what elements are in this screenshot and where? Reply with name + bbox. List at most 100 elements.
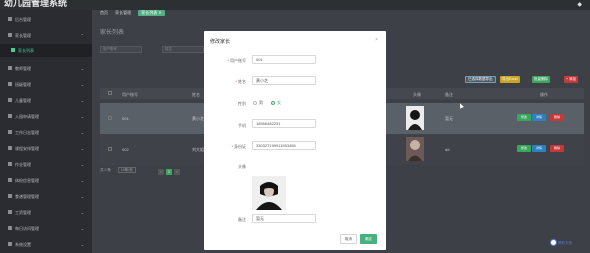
gender-female-radio[interactable]: 女 [271, 100, 281, 105]
sidebar-item-classes[interactable]: 班级管理 ⌄ [0, 78, 92, 91]
grid-icon [8, 130, 12, 134]
top-bar: 幼儿园管理系统 ◆ [0, 0, 590, 10]
sidebar-item-parents[interactable]: 家长管理 ⌃ [0, 29, 92, 42]
add-button[interactable]: + 添加 [564, 76, 579, 83]
remark-label: 备注 [238, 217, 246, 222]
grid-icon [8, 146, 12, 150]
name-search-input[interactable]: 姓名 [162, 46, 204, 53]
breadcrumb-section[interactable]: 家长管理 [115, 10, 131, 15]
gender-label: 性别 [238, 101, 246, 106]
chevron-up-icon: ⌃ [80, 33, 84, 38]
sidebar-item-admin[interactable]: 后台管理 [0, 13, 92, 26]
confirm-button[interactable]: 确定 [360, 234, 377, 244]
sidebar-item-worklog[interactable]: 工作日志管理 ⌄ [0, 126, 92, 139]
grid-icon [8, 114, 12, 118]
col-actions: 操作 [540, 92, 548, 97]
phone-field[interactable]: 18556482231 [252, 119, 316, 128]
grid-icon [8, 17, 12, 21]
sidebar-item-homework[interactable]: 作业管理 ⌄ [0, 158, 92, 171]
chevron-down-icon: ⌄ [80, 178, 84, 183]
sidebar-item-courses[interactable]: 课程安排管理 ⌄ [0, 142, 92, 155]
grid-icon [8, 226, 12, 230]
detail-button[interactable]: 详情 [532, 114, 546, 121]
chevron-down-icon: ⌄ [80, 82, 84, 87]
sidebar: 后台管理 家长管理 ⌃ 家长列表 教师管理 ⌄ 班级管理 ⌄ 儿童管理 ⌄ 入园申请管理… [0, 10, 92, 253]
gear-icon [8, 242, 12, 246]
chevron-down-icon: ⌄ [80, 66, 84, 71]
sidebar-item-parent-list[interactable]: 家长列表 [0, 44, 92, 57]
grid-icon [8, 162, 12, 166]
avatar-label: 头像 [238, 164, 246, 169]
chevron-down-icon: ⌄ [80, 226, 84, 231]
delete-button[interactable]: 删除 [550, 114, 564, 121]
row-checkbox[interactable] [108, 147, 112, 151]
edit-button[interactable]: 修改 [517, 114, 531, 121]
chevron-down-icon: ⌄ [80, 130, 84, 135]
grid-icon [8, 194, 12, 198]
chevron-down-icon: ⌄ [80, 242, 84, 247]
sidebar-item-salary[interactable]: 工资管理 ⌄ [0, 206, 92, 219]
col-account: 用户账号 [122, 92, 138, 97]
prev-page-button[interactable]: ‹ [158, 169, 164, 175]
row-avatar-image [406, 106, 424, 130]
sidebar-item-health[interactable]: 体检信息管理 ⌄ [0, 174, 92, 187]
page-size-select[interactable]: 10条/页 [117, 167, 136, 173]
sidebar-item-teachers[interactable]: 教师管理 ⌄ [0, 62, 92, 75]
detail-button[interactable]: 详情 [532, 145, 546, 152]
user-menu-icon[interactable]: ◆ [577, 1, 582, 8]
chevron-down-icon: ⌄ [80, 162, 84, 167]
gender-radio-group: 男 女 [253, 100, 288, 106]
cell-remark: dd [445, 147, 450, 152]
chevron-down-icon: ⌄ [80, 114, 84, 119]
close-icon[interactable]: × [375, 37, 378, 43]
delete-button[interactable]: 删除 [550, 145, 564, 152]
grid-icon [8, 82, 12, 86]
chevron-down-icon: ⌄ [80, 98, 84, 103]
export-selected-button[interactable]: 已选择数据导出 [465, 76, 496, 83]
pagination: 共 2 条 10条/页 [100, 167, 136, 175]
chevron-down-icon: ⌄ [80, 146, 84, 151]
col-avatar: 头像 [413, 92, 421, 97]
name-field[interactable]: 黄小芝 [252, 76, 316, 85]
sidebar-item-settings[interactable]: 系统设置 ⌄ [0, 238, 92, 251]
avatar-upload[interactable] [252, 176, 286, 210]
list-icon [11, 48, 15, 52]
select-all-checkbox[interactable] [108, 91, 112, 95]
row-checkbox[interactable] [108, 116, 112, 120]
edit-button[interactable]: 修改 [517, 145, 531, 152]
breadcrumb: 首页 家长管理 家长列表 ✕ [100, 10, 171, 16]
account-field[interactable]: 001 [252, 55, 316, 64]
user-icon [8, 66, 12, 70]
cell-account: 002 [122, 147, 129, 152]
remark-field[interactable]: 暂无 [252, 214, 316, 223]
dialog-title: 修改家长 [210, 39, 231, 45]
pagination-total: 共 2 条 [100, 168, 111, 172]
grid-icon [8, 98, 12, 102]
idcard-label: *身份证 [231, 144, 246, 149]
sidebar-item-recipes[interactable]: 食谱管理管理 ⌄ [0, 190, 92, 203]
sidebar-item-visits[interactable]: 每日访问管理 ⌄ [0, 222, 92, 235]
idcard-field[interactable]: 330327199911553456 [252, 141, 316, 150]
account-search-input[interactable]: 用户账号 [100, 46, 142, 53]
cell-remark: 暂无 [445, 116, 453, 121]
cancel-button[interactable]: 取消 [340, 234, 357, 244]
account-label: *用户账号 [227, 58, 246, 63]
breadcrumb-home[interactable]: 首页 [100, 10, 108, 15]
col-remark: 备注 [445, 92, 453, 97]
export-excel-button[interactable]: 导出Excel [500, 76, 520, 83]
tab-parent-list[interactable]: 家长列表 ✕ [138, 10, 165, 16]
page-title: 家长列表 [100, 30, 125, 36]
batch-delete-button[interactable]: 批量删除 [532, 76, 550, 83]
help-link[interactable]: 帮助文档 [550, 239, 572, 246]
gender-male-radio[interactable]: 男 [253, 100, 263, 105]
col-name: 姓名 [192, 92, 200, 97]
sidebar-item-enrollment[interactable]: 入园申请管理 ⌄ [0, 110, 92, 123]
next-page-button[interactable]: › [174, 169, 180, 175]
grid-icon [8, 210, 12, 214]
grid-icon [8, 178, 12, 182]
cell-account: 001 [122, 116, 129, 121]
page-number[interactable]: 1 [166, 169, 172, 175]
cell-name: 刘大姐 [192, 147, 204, 152]
sidebar-item-children[interactable]: 儿童管理 ⌄ [0, 94, 92, 107]
cell-name: 黄小芝 [192, 116, 204, 121]
